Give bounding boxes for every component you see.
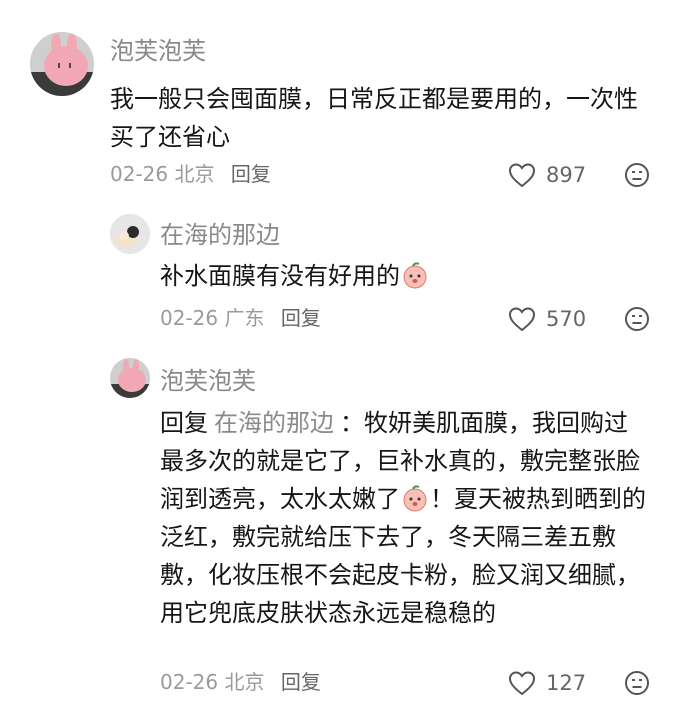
avatar[interactable]	[30, 32, 94, 96]
comment-location: 北京	[224, 670, 265, 694]
comment-date: 02-26	[160, 670, 219, 694]
comment-date: 02-26	[160, 306, 219, 330]
comment-username[interactable]: 泡芙泡芙	[160, 366, 256, 396]
comment-date: 02-26	[110, 162, 169, 186]
comment-meta: 02-26 广东 回复	[160, 306, 321, 330]
peach-face-emoji	[403, 262, 427, 289]
comment-location: 北京	[174, 162, 215, 186]
heart-outline-icon	[508, 671, 536, 696]
comment-username[interactable]: 在海的那边	[160, 220, 280, 250]
comment-location: 广东	[224, 306, 265, 330]
comment-text: 补水面膜有没有好用的	[160, 257, 660, 295]
like-button[interactable]: 570	[508, 306, 586, 332]
reply-button[interactable]: 回复	[281, 670, 321, 694]
neutral-face-icon[interactable]	[624, 670, 650, 696]
avatar[interactable]	[110, 358, 150, 398]
heart-outline-icon	[508, 163, 536, 188]
reply-button[interactable]: 回复	[231, 162, 271, 186]
neutral-face-icon[interactable]	[624, 306, 650, 332]
neutral-face-icon[interactable]	[624, 162, 650, 188]
peach-face-emoji	[403, 485, 427, 512]
like-count: 570	[546, 307, 587, 331]
comment-username[interactable]: 泡芙泡芙	[110, 36, 206, 66]
comment-meta: 02-26 北京 回复	[110, 162, 271, 186]
reply-prefix: 回复	[160, 409, 208, 437]
like-count: 127	[546, 671, 587, 695]
comment-text: 回复 在海的那边 ：牧妍美肌面膜，我回购过最多次的就是它了，巨补水真的，敷完整张脸润…	[160, 404, 650, 632]
like-count: 897	[546, 163, 587, 187]
like-button[interactable]: 127	[508, 670, 586, 696]
like-button[interactable]: 897	[508, 162, 586, 188]
avatar[interactable]	[110, 214, 150, 254]
comment-meta: 02-26 北京 回复	[160, 670, 321, 694]
comment-text: 我一般只会囤面膜，日常反正都是要用的，一次性买了还省心	[110, 85, 638, 151]
heart-outline-icon	[508, 307, 536, 332]
comment-text-body: 补水面膜有没有好用的	[160, 262, 400, 290]
reply-to-username[interactable]: 在海的那边	[214, 409, 334, 437]
reply-button[interactable]: 回复	[281, 306, 321, 330]
